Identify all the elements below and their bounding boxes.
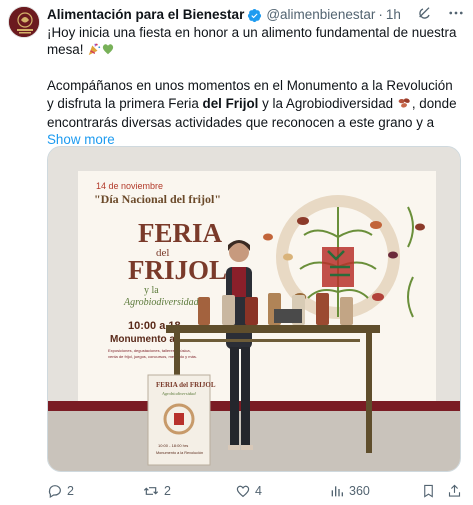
views-button[interactable]: 360: [329, 483, 370, 499]
share-icon: [448, 484, 461, 497]
repost-count: 2: [164, 484, 171, 498]
poster-title: FERIA del FRIJOL: [156, 381, 216, 389]
repost-button[interactable]: 2: [142, 483, 171, 499]
bookmark-icon: [424, 484, 433, 498]
beans-icon: [397, 96, 412, 114]
banner-title-frijol: FRIJOL: [128, 255, 227, 285]
banner-place: Monumento a: [110, 334, 175, 345]
post-photo[interactable]: 14 de noviembre "Día Nacional del frijol…: [47, 146, 461, 472]
banner-title-agro: Agrobiodiversidad: [123, 297, 200, 308]
banner-small-2: venta de frijol, juegos, concursos, merc…: [108, 354, 197, 359]
separator-dot: ·: [378, 7, 383, 22]
display-name[interactable]: Alimentación para el Bienestar: [47, 6, 244, 24]
post-line-1: ¡Hoy inicia una fiesta en honor a un ali…: [47, 24, 463, 60]
bookmark-button[interactable]: [421, 483, 436, 499]
banner-title-feria: FERIA: [138, 218, 223, 248]
poster-place: Monumento a la Revolución: [156, 451, 203, 455]
timestamp[interactable]: 1h: [386, 6, 401, 24]
views-icon: [331, 486, 343, 497]
banner-date: 14 de noviembre: [96, 181, 163, 191]
avatar[interactable]: [8, 6, 40, 38]
share-button[interactable]: [447, 483, 462, 499]
banner-subtitle: "Día Nacional del frijol": [94, 192, 221, 206]
poster-agro: Agrobiodiversidad: [161, 391, 196, 396]
repost-icon: [143, 487, 159, 495]
more-options-icon[interactable]: [447, 5, 465, 26]
green-heart-icon: [101, 42, 115, 60]
standing-poster: FERIA del FRIJOL Agrobiodiversidad 10:00…: [147, 374, 216, 466]
party-popper-icon: [87, 42, 101, 60]
like-count: 4: [255, 484, 262, 498]
post-text: ¡Hoy inicia una fiesta en honor a un ali…: [47, 24, 463, 148]
views-count: 360: [349, 484, 370, 498]
grok-icon[interactable]: [417, 5, 433, 26]
like-button[interactable]: 4: [235, 483, 262, 499]
reply-button[interactable]: 2: [47, 483, 74, 499]
heart-icon: [236, 485, 250, 498]
reply-icon: [48, 485, 61, 499]
poster-time: 10:00 - 18:00 hrs: [158, 443, 188, 448]
post-header: Alimentación para el Bienestar @alimenbi…: [47, 6, 401, 24]
reply-count: 2: [67, 484, 74, 498]
verified-badge-icon: [248, 8, 262, 22]
post-paragraph-2: Acompáñanos en unos momentos en el Monum…: [47, 78, 457, 130]
top-actions: [417, 5, 465, 26]
banner-title-y: y la: [144, 285, 159, 296]
tweet[interactable]: Alimentación para el Bienestar @alimenbi…: [0, 0, 473, 505]
action-bar: 2 2 4 360: [47, 481, 463, 503]
handle[interactable]: @alimenbienestar: [266, 6, 375, 24]
